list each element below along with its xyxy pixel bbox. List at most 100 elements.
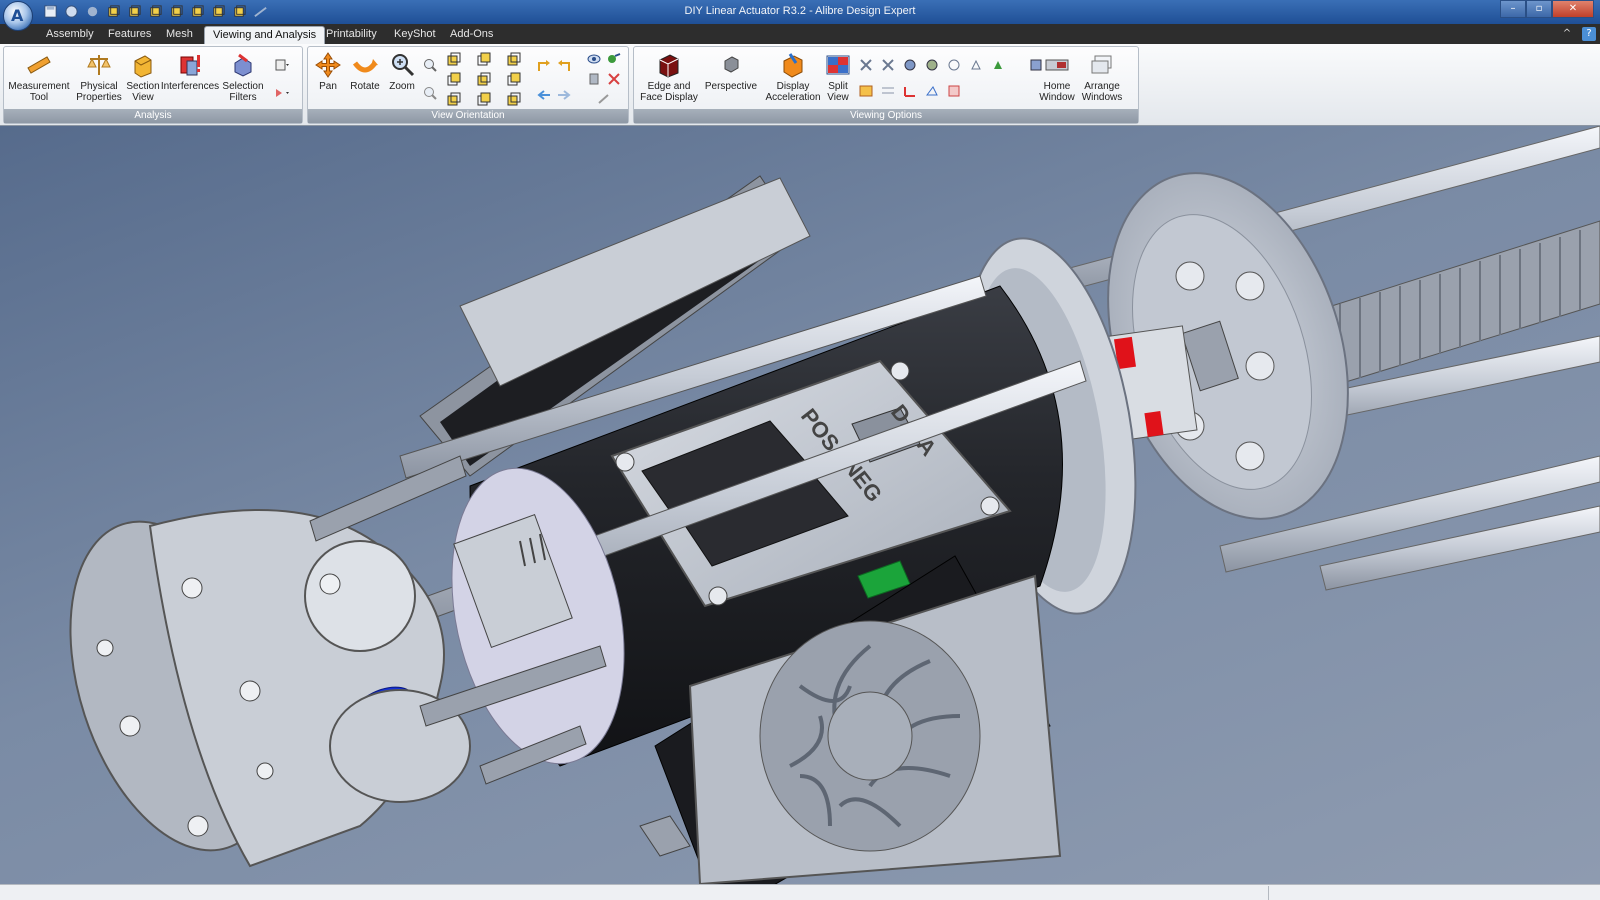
zoom-fit-icon[interactable] [422,85,438,101]
hidden-lines-icon[interactable] [968,57,984,73]
pan-button[interactable]: Pan [310,51,346,92]
viewing-options-group-label: Viewing Options [634,109,1138,123]
measurement-tool-button[interactable]: Measurement Tool [8,51,70,103]
rotate-right-icon[interactable] [556,59,572,75]
ruler-icon [27,56,51,74]
view-trimetric-icon[interactable] [506,91,522,107]
arrange-windows-button[interactable]: Arrange Windows [1078,51,1126,103]
application-menu-button[interactable]: A [3,1,33,31]
grid-toggle-icon[interactable] [880,83,896,99]
silhouette-icon[interactable] [990,57,1006,73]
ribbon: Measurement Tool Physical Properties Sec… [0,44,1600,126]
selection-filters-button[interactable]: Selection Filters [218,51,268,103]
view-top-face-icon[interactable] [476,51,492,67]
perspective-button[interactable]: Perspective [702,51,760,92]
measurement-label-2: Tool [29,92,49,103]
home-label-2: Window [1039,92,1075,103]
assembly-model[interactable]: DATA POS NEG [0,126,1600,884]
rotate-left-icon[interactable] [536,59,552,75]
section-z-icon[interactable] [902,57,918,73]
view-bottom-face-icon[interactable] [446,91,462,107]
view-orientation-group: Pan Rotate Zoom View Orientation [307,46,629,124]
ribbon-tab-bar: Assembly Features Mesh Viewing and Analy… [0,24,1600,44]
zoom-label: Zoom [389,81,415,92]
split-label-1: Split [828,81,848,92]
wireframe-icon[interactable] [946,57,962,73]
close-button[interactable]: ✕ [1552,0,1594,18]
tab-features[interactable]: Features [100,26,159,44]
help-icon[interactable]: ? [1582,27,1596,41]
view-flip-dropdown-icon[interactable] [274,85,290,101]
look-at-icon[interactable] [586,51,602,67]
window-controls: – ▫ ✕ [1500,0,1594,18]
edge-label-1: Edge and [647,81,691,92]
previous-view-icon[interactable] [536,87,552,103]
next-view-icon[interactable] [556,87,572,103]
tab-viewing-and-analysis[interactable]: Viewing and Analysis [204,26,326,44]
rear-clevis-mount[interactable] [32,495,471,877]
maximize-button[interactable]: ▫ [1526,0,1552,18]
orbit-icon[interactable] [606,51,622,67]
selection-filter-icon [234,53,252,77]
tab-printability[interactable]: Printability [318,26,385,44]
points-toggle-icon[interactable] [946,83,962,99]
planes-toggle-icon[interactable] [924,83,940,99]
arrange-windows-icon [1091,55,1112,74]
viewing-options-group: Edge and Face Display Perspective Displa… [633,46,1139,124]
split-view-button[interactable]: Split View [820,51,856,103]
zoom-window-icon[interactable] [422,57,438,73]
rotate-button[interactable]: Rotate [346,51,384,92]
view-orientation-group-label: View Orientation [308,109,628,123]
rotate-icon [352,59,378,73]
fly-icon[interactable] [596,91,612,107]
interferences-button[interactable]: Interferences [160,51,220,92]
interference-icon [180,55,200,76]
view-front-face-icon[interactable] [446,71,462,87]
physical-label-1: Physical [80,81,118,92]
3d-viewport[interactable]: DATA POS NEG [0,126,1600,884]
tab-assembly[interactable]: Assembly [38,26,102,44]
section-label-2: View [132,92,154,103]
app-logo-icon: A [11,6,24,25]
view-dimetric-icon[interactable] [506,71,522,87]
highlight-icon[interactable] [858,83,874,99]
measurement-label-1: Measurement [8,81,70,92]
zoom-button[interactable]: Zoom [384,51,420,92]
view-right-face-icon[interactable] [476,71,492,87]
view-cube-dropdown-icon[interactable] [274,57,290,73]
tab-keyshot[interactable]: KeyShot [386,26,444,44]
analysis-group: Measurement Tool Physical Properties Sec… [3,46,303,124]
view-isometric-icon[interactable] [446,51,462,67]
edge-and-face-display-button[interactable]: Edge and Face Display [638,51,700,103]
split-view-icon [826,55,850,75]
shade-icon[interactable] [924,57,940,73]
collapse-ribbon-icon[interactable]: ^ [1560,27,1574,41]
section-view-button[interactable]: Section View [122,51,164,103]
rotate-label: Rotate [350,81,380,92]
view-left-face-icon[interactable] [476,91,492,107]
home-window-icon [1045,59,1069,71]
walk-icon[interactable] [586,71,602,87]
arrange-label-1: Arrange [1084,81,1120,92]
arrange-label-2: Windows [1081,92,1123,103]
section-y-icon[interactable] [880,57,896,73]
reset-view-icon[interactable] [606,71,622,87]
pan-icon [315,52,341,78]
tab-mesh[interactable]: Mesh [158,26,201,44]
selection-label-2: Filters [229,92,257,103]
split-label-2: View [827,92,849,103]
physical-properties-button[interactable]: Physical Properties [70,51,128,103]
section-x-icon[interactable] [858,57,874,73]
perspective-cube-icon [724,56,739,73]
axes-toggle-icon[interactable] [902,83,918,99]
selection-label-1: Selection [222,81,264,92]
home-window-button[interactable]: Home Window [1034,51,1080,103]
minimize-button[interactable]: – [1500,0,1526,18]
view-back-face-icon[interactable] [506,51,522,67]
perspective-label: Perspective [704,81,758,92]
status-bar-divider [1268,886,1269,900]
display-acceleration-button[interactable]: Display Acceleration [760,51,826,103]
tab-add-ons[interactable]: Add-Ons [442,26,501,44]
display-label-1: Display [776,81,810,92]
edge-face-cube-icon [659,54,679,78]
